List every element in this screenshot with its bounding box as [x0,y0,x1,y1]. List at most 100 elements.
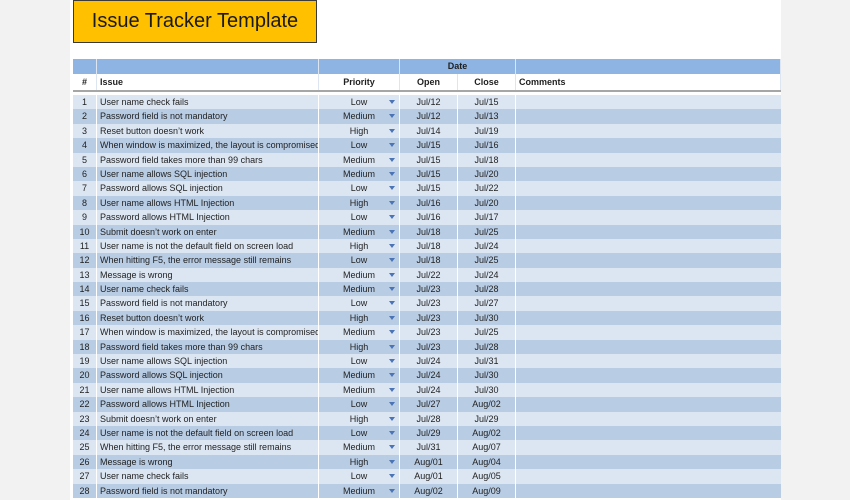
comments-cell[interactable] [516,426,781,440]
open-date-cell[interactable]: Jul/16 [400,210,458,225]
row-number[interactable]: 28 [73,483,97,498]
issue-cell[interactable]: User name is not the default field on sc… [97,238,319,254]
comments-cell[interactable] [516,296,781,310]
issue-cell[interactable]: Reset button doesn’t work [97,310,319,326]
row-number[interactable]: 9 [73,210,97,225]
close-date-cell[interactable]: Jul/22 [458,181,516,196]
priority-dropdown[interactable]: High [319,454,400,470]
comments-cell[interactable] [516,368,781,382]
comments-cell[interactable] [516,253,781,267]
dropdown-arrow-icon[interactable] [389,114,395,119]
close-date-cell[interactable]: Jul/28 [458,282,516,297]
dropdown-arrow-icon[interactable] [389,402,395,407]
comments-cell[interactable] [516,181,781,195]
comments-cell[interactable] [516,239,781,253]
comments-cell[interactable] [516,95,781,109]
dropdown-arrow-icon[interactable] [389,243,395,248]
open-date-cell[interactable]: Jul/23 [400,310,458,326]
close-date-cell[interactable]: Jul/25 [458,253,516,268]
header-close[interactable]: Close [458,74,516,90]
row-number[interactable]: 20 [73,368,97,383]
row-number[interactable]: 24 [73,425,97,441]
comments-cell[interactable] [516,225,781,239]
dropdown-arrow-icon[interactable] [389,128,395,133]
row-number[interactable]: 16 [73,310,97,326]
open-date-cell[interactable]: Jul/15 [400,152,458,167]
row-number[interactable]: 27 [73,469,97,484]
open-date-cell[interactable]: Jul/18 [400,238,458,254]
issue-cell[interactable]: User name check fails [97,282,319,297]
row-number[interactable]: 22 [73,397,97,412]
dropdown-arrow-icon[interactable] [389,258,395,263]
comments-cell[interactable] [516,109,781,123]
issue-cell[interactable]: User name allows HTML Injection [97,195,319,211]
dropdown-arrow-icon[interactable] [389,186,395,191]
issue-cell[interactable]: Message is wrong [97,267,319,283]
close-date-cell[interactable]: Aug/05 [458,469,516,484]
comments-cell[interactable] [516,210,781,224]
row-number[interactable]: 23 [73,411,97,426]
comments-cell[interactable] [516,340,781,354]
comments-cell[interactable] [516,354,781,368]
open-date-cell[interactable]: Jul/18 [400,253,458,268]
open-date-cell[interactable]: Aug/02 [400,483,458,498]
comments-cell[interactable] [516,383,781,397]
close-date-cell[interactable]: Jul/28 [458,339,516,355]
header-num[interactable]: # [73,74,97,90]
row-number[interactable]: 3 [73,123,97,139]
close-date-cell[interactable]: Jul/30 [458,382,516,398]
priority-dropdown[interactable]: Medium [319,382,400,398]
dropdown-arrow-icon[interactable] [389,416,395,421]
priority-dropdown[interactable]: High [319,195,400,211]
close-date-cell[interactable]: Jul/29 [458,411,516,426]
issue-cell[interactable]: When hitting F5, the error message still… [97,253,319,268]
comments-cell[interactable] [516,311,781,325]
issue-cell[interactable]: When window is maximized, the layout is … [97,138,319,153]
dropdown-arrow-icon[interactable] [389,359,395,364]
row-number[interactable]: 5 [73,152,97,167]
close-date-cell[interactable]: Jul/20 [458,195,516,211]
comments-cell[interactable] [516,153,781,167]
dropdown-arrow-icon[interactable] [389,459,395,464]
priority-dropdown[interactable]: Low [319,354,400,369]
dropdown-arrow-icon[interactable] [389,373,395,378]
issue-cell[interactable]: Submit doesn’t work on enter [97,224,319,239]
priority-dropdown[interactable]: Low [319,95,400,110]
issue-cell[interactable]: User name is not the default field on sc… [97,425,319,441]
issue-cell[interactable]: Submit doesn’t work on enter [97,411,319,426]
open-date-cell[interactable]: Jul/23 [400,282,458,297]
close-date-cell[interactable]: Jul/31 [458,354,516,369]
dropdown-arrow-icon[interactable] [389,100,395,104]
close-date-cell[interactable]: Jul/18 [458,152,516,167]
row-number[interactable]: 13 [73,267,97,283]
close-date-cell[interactable]: Jul/15 [458,95,516,110]
priority-dropdown[interactable]: Medium [319,440,400,455]
close-date-cell[interactable]: Jul/30 [458,368,516,383]
open-date-cell[interactable]: Jul/15 [400,138,458,153]
row-number[interactable]: 6 [73,166,97,182]
comments-cell[interactable] [516,282,781,296]
priority-dropdown[interactable]: Medium [319,483,400,498]
comments-cell[interactable] [516,455,781,469]
open-date-cell[interactable]: Jul/24 [400,368,458,383]
close-date-cell[interactable]: Jul/24 [458,267,516,283]
header-issue[interactable]: Issue [97,74,319,90]
dropdown-arrow-icon[interactable] [389,287,395,292]
open-date-cell[interactable]: Jul/23 [400,339,458,355]
issue-cell[interactable]: Password allows HTML Injection [97,210,319,225]
open-date-cell[interactable]: Jul/29 [400,425,458,441]
close-date-cell[interactable]: Jul/19 [458,123,516,139]
priority-dropdown[interactable]: Low [319,181,400,196]
issue-cell[interactable]: Password field is not mandatory [97,296,319,311]
issue-cell[interactable]: User name check fails [97,95,319,110]
priority-dropdown[interactable]: Low [319,425,400,441]
row-number[interactable]: 2 [73,109,97,124]
comments-cell[interactable] [516,440,781,454]
dropdown-arrow-icon[interactable] [389,387,395,392]
dropdown-arrow-icon[interactable] [389,330,395,335]
priority-dropdown[interactable]: Medium [319,166,400,182]
open-date-cell[interactable]: Jul/24 [400,382,458,398]
close-date-cell[interactable]: Aug/04 [458,454,516,470]
dropdown-arrow-icon[interactable] [389,229,395,234]
close-date-cell[interactable]: Aug/07 [458,440,516,455]
